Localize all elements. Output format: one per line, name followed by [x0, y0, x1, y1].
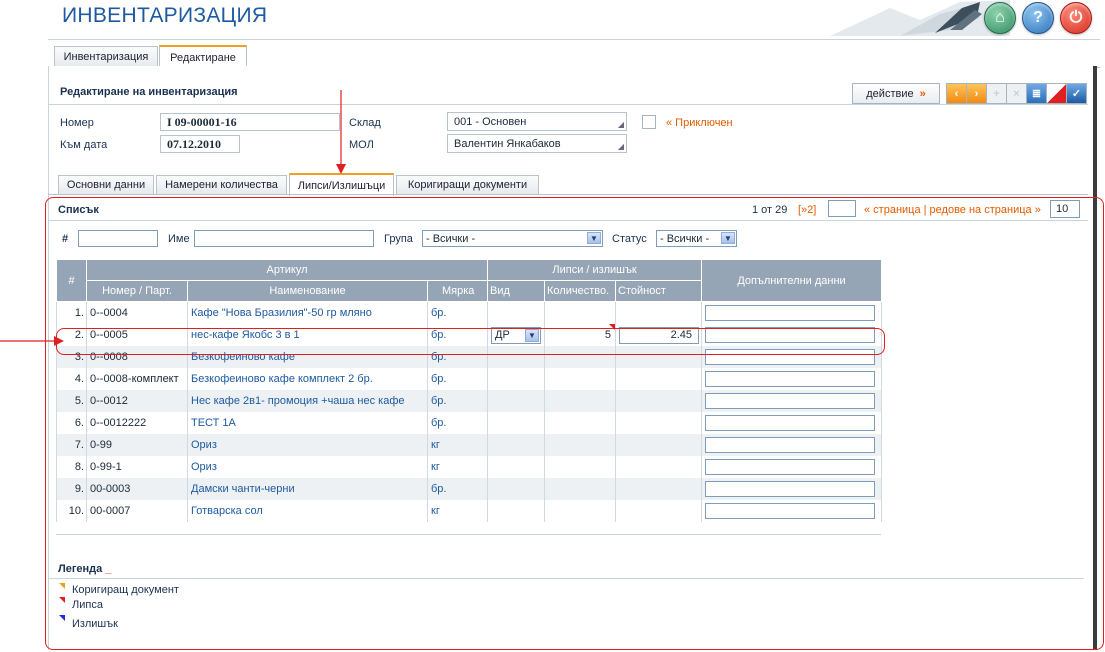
- app-title: ИНВЕНТАРИЗАЦИЯ: [62, 4, 268, 27]
- tab-edit[interactable]: Редактиране: [159, 45, 247, 68]
- header-decoration: [830, 0, 1010, 36]
- home-button[interactable]: ⌂: [984, 2, 1016, 34]
- home-icon: ⌂: [995, 9, 1005, 26]
- logout-button[interactable]: ⏻: [1060, 2, 1092, 34]
- annotation-arrows: [0, 90, 346, 346]
- power-icon: ⏻: [1069, 9, 1083, 26]
- tab-inventory[interactable]: Инвентаризация: [54, 46, 158, 67]
- header-divider: [48, 39, 1100, 40]
- help-icon: ?: [1033, 9, 1043, 26]
- help-button[interactable]: ?: [1022, 2, 1054, 34]
